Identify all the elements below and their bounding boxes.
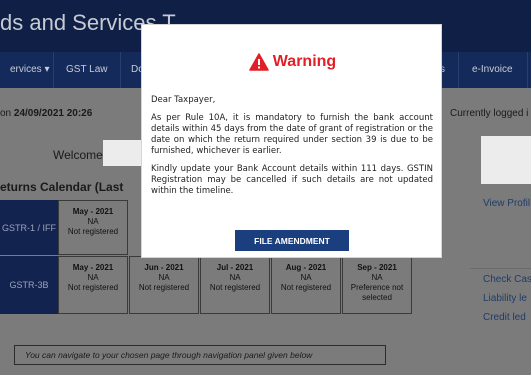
- logged-in-label: Currently logged i: [450, 108, 529, 119]
- warning-triangle-icon: [249, 53, 269, 71]
- cell-status-detail: Not registered: [138, 283, 190, 292]
- nav-item-gst-law[interactable]: GST Law: [56, 52, 118, 88]
- calendar-cell[interactable]: Jun - 2021 NA Not registered: [129, 256, 199, 314]
- credit-ledger-link[interactable]: Credit led: [483, 312, 526, 323]
- calendar-cell[interactable]: May - 2021 NA Not registered: [58, 200, 128, 255]
- nav-divider: [53, 52, 54, 88]
- last-login: on 24/09/2021 20:26: [0, 108, 92, 119]
- file-amendment-button[interactable]: FILE AMENDMENT: [235, 230, 349, 251]
- row-label-gstr1: GSTR-1 / IFF: [0, 200, 58, 255]
- calendar-cell[interactable]: May - 2021 NA Not registered: [58, 256, 128, 314]
- cell-status: NA: [300, 273, 312, 282]
- row-label-gstr3b: GSTR-3B: [0, 256, 58, 314]
- calendar-cell[interactable]: Sep - 2021 NA Preference not selected: [342, 256, 412, 314]
- redacted-username: [103, 140, 141, 166]
- view-profile-link[interactable]: View Profil: [483, 198, 530, 209]
- welcome-text: Welcome: [53, 148, 103, 162]
- modal-greeting: Dear Taxpayer,: [151, 95, 216, 105]
- redacted-profile-box: [481, 136, 531, 184]
- modal-paragraph-update: Kindly update your Bank Account details …: [151, 164, 433, 196]
- cell-month: Jul - 2021: [216, 263, 254, 272]
- cell-status-detail: Not registered: [209, 283, 261, 292]
- modal-body: Dear Taxpayer, As per Rule 10A, it is ma…: [151, 95, 433, 204]
- last-login-date: 24/09/2021 20:26: [13, 108, 93, 119]
- check-cash-link[interactable]: Check Cas: [483, 274, 531, 285]
- cell-status: NA: [229, 273, 241, 282]
- last-login-prefix: on: [0, 108, 14, 119]
- side-divider: [470, 268, 531, 269]
- returns-calendar-title: eturns Calendar (Last: [0, 180, 124, 194]
- modal-paragraph-rule: As per Rule 10A, it is mandatory to furn…: [151, 113, 433, 156]
- cell-month: May - 2021: [72, 207, 114, 216]
- modal-header: Warning: [142, 53, 443, 71]
- nav-item-services[interactable]: ervices ▾: [0, 52, 59, 88]
- cell-month: May - 2021: [72, 263, 114, 272]
- cell-status-detail: Not registered: [67, 283, 119, 292]
- warning-modal: Warning Dear Taxpayer, As per Rule 10A, …: [141, 24, 442, 258]
- cell-month: Sep - 2021: [357, 263, 397, 272]
- nav-divider: [527, 52, 528, 88]
- navigation-hint: You can navigate to your chosen page thr…: [14, 345, 386, 365]
- calendar-cell[interactable]: Aug - 2021 NA Not registered: [271, 256, 341, 314]
- modal-title: Warning: [272, 53, 337, 70]
- nav-item-e-invoice[interactable]: e-Invoice: [462, 52, 523, 88]
- cell-month: Jun - 2021: [144, 263, 184, 272]
- cell-month: Aug - 2021: [285, 263, 327, 272]
- nav-divider: [458, 52, 459, 88]
- cell-status: NA: [158, 273, 170, 282]
- cell-status: NA: [371, 273, 383, 282]
- cell-status-detail: Preference not selected: [350, 283, 404, 302]
- liability-ledger-link[interactable]: Liability le: [483, 293, 527, 304]
- cell-status-detail: Not registered: [280, 283, 332, 292]
- cell-status: NA: [87, 217, 99, 226]
- cell-status: NA: [87, 273, 99, 282]
- cell-status-detail: Not registered: [67, 227, 119, 236]
- calendar-cell[interactable]: Jul - 2021 NA Not registered: [200, 256, 270, 314]
